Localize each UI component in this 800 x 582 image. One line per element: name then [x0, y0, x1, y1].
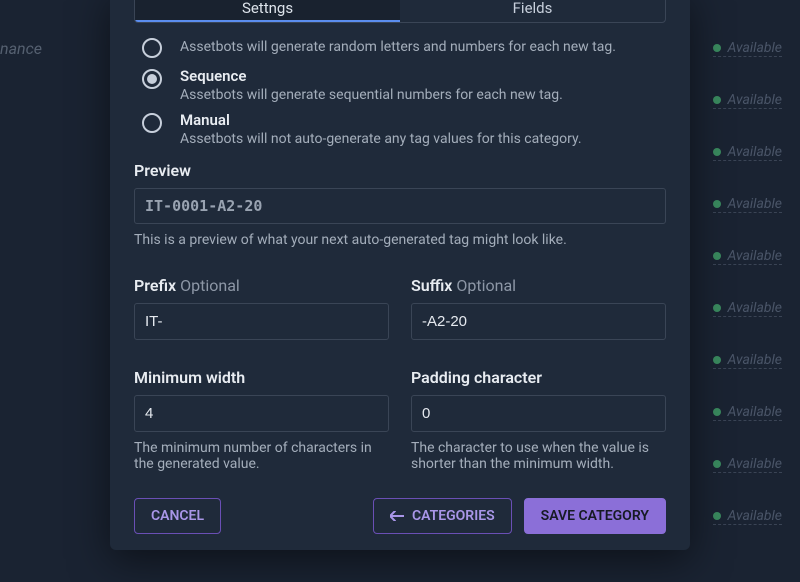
preview-label: Preview	[134, 161, 666, 180]
status-dot-icon	[713, 512, 721, 520]
radio-description: Assetbots will generate sequential numbe…	[180, 87, 563, 103]
status-badge: Available	[713, 92, 782, 109]
radio-title: Manual	[180, 111, 582, 129]
tag-generation-radio-group: Assetbots will generate random letters a…	[142, 37, 666, 147]
status-badge: Available	[713, 40, 782, 57]
bg-left-text: nance	[0, 39, 42, 58]
status-dot-icon	[713, 460, 721, 468]
cancel-button[interactable]: CANCEL	[134, 498, 221, 534]
status-badge: Available	[713, 456, 782, 473]
status-dot-icon	[713, 304, 721, 312]
category-modal: Settngs Fields Assetbots will generate r…	[110, 0, 690, 550]
padchar-label: Padding character	[411, 368, 666, 387]
radio-description: Assetbots will not auto-generate any tag…	[180, 131, 582, 147]
radio-icon	[142, 113, 162, 133]
status-dot-icon	[713, 252, 721, 260]
status-dot-icon	[713, 148, 721, 156]
tab-settings[interactable]: Settngs	[135, 0, 400, 22]
status-badge: Available	[713, 508, 782, 525]
status-dot-icon	[713, 44, 721, 52]
radio-icon	[142, 38, 162, 58]
radio-option-manual[interactable]: Manual Assetbots will not auto-generate …	[142, 111, 666, 147]
suffix-label: Suffix Optional	[411, 276, 666, 295]
status-badge: Available	[713, 300, 782, 317]
minwidth-input[interactable]	[134, 395, 389, 432]
minwidth-label: Minimum width	[134, 368, 389, 387]
arrow-left-icon	[390, 511, 404, 521]
status-dot-icon	[713, 356, 721, 364]
padchar-hint: The character to use when the value is s…	[411, 440, 666, 472]
categories-button[interactable]: CATEGORIES	[373, 498, 512, 534]
radio-icon	[142, 69, 162, 89]
radio-option-sequence[interactable]: Sequence Assetbots will generate sequent…	[142, 67, 666, 103]
radio-title: Sequence	[180, 67, 563, 85]
status-badge: Available	[713, 196, 782, 213]
modal-tabs: Settngs Fields	[134, 0, 666, 23]
suffix-input[interactable]	[411, 303, 666, 340]
minwidth-hint: The minimum number of characters in the …	[134, 440, 389, 472]
status-badge: Available	[713, 352, 782, 369]
status-dot-icon	[713, 96, 721, 104]
tab-fields[interactable]: Fields	[400, 0, 665, 22]
status-badge: Available	[713, 248, 782, 265]
modal-footer: CANCEL CATEGORIES SAVE CATEGORY	[134, 498, 666, 534]
status-dot-icon	[713, 200, 721, 208]
padchar-input[interactable]	[411, 395, 666, 432]
status-dot-icon	[713, 408, 721, 416]
save-category-button[interactable]: SAVE CATEGORY	[524, 498, 666, 534]
status-badge: Available	[713, 404, 782, 421]
preview-value: IT-0001-A2-20	[134, 188, 666, 224]
radio-option-random[interactable]: Assetbots will generate random letters a…	[142, 37, 666, 59]
status-badge: Available	[713, 144, 782, 161]
preview-hint: This is a preview of what your next auto…	[134, 232, 666, 248]
prefix-input[interactable]	[134, 303, 389, 340]
prefix-label: Prefix Optional	[134, 276, 389, 295]
radio-description: Assetbots will generate random letters a…	[180, 39, 616, 55]
